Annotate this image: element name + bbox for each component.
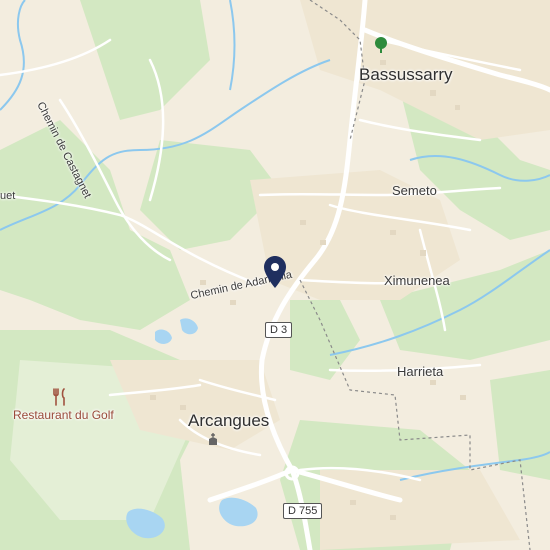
road-shield-d3: D 3 — [265, 322, 293, 338]
street-label-partial: uet — [0, 190, 16, 202]
road-shield-d755: D 755 — [283, 503, 323, 519]
place-label-semeto: Semeto — [392, 183, 437, 198]
place-label-arcangues: Arcangues — [188, 411, 270, 430]
poi-label-restaurant[interactable]: Restaurant du Golf — [13, 408, 114, 422]
place-label-bassussarry: Bassussarry — [359, 65, 453, 84]
map-canvas[interactable]: Bassussarry Arcangues Semeto Ximunenea H… — [0, 0, 550, 550]
place-label-ximunenea: Ximunenea — [384, 273, 450, 288]
place-label-harrieta: Harrieta — [397, 364, 444, 379]
